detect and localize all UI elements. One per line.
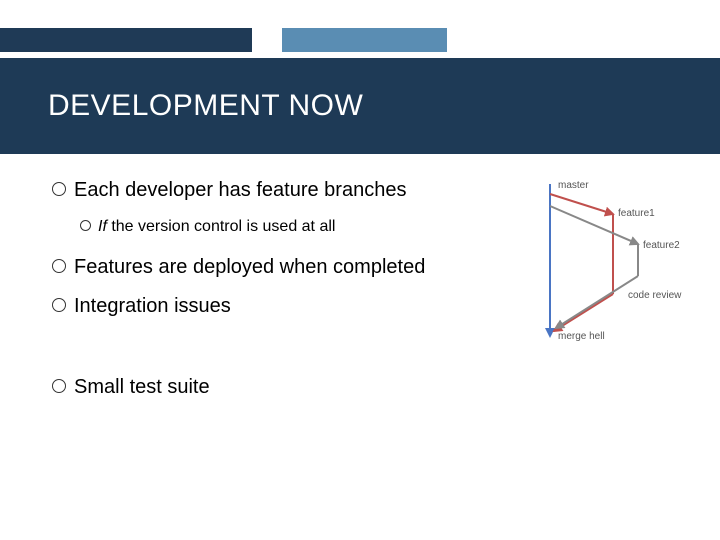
bullet-2-text: Features are deployed when completed xyxy=(74,255,425,280)
label-merge-hell: merge hell xyxy=(558,331,605,342)
bullet-3-text: Integration issues xyxy=(74,294,231,319)
bullet-4-text: Small test suite xyxy=(74,375,210,400)
slide-title: DEVELOPMENT NOW xyxy=(48,89,363,123)
feature2-merge xyxy=(556,276,638,328)
circle-bullet-icon xyxy=(52,259,66,273)
title-bar: DEVELOPMENT NOW xyxy=(0,58,720,154)
band-dark xyxy=(0,28,252,52)
bullet-1-text: Each developer has feature branches xyxy=(74,178,406,203)
label-code-review: code review xyxy=(628,290,682,301)
content-area: Each developer has feature branches If t… xyxy=(52,178,482,414)
bullet-4: Small test suite xyxy=(52,375,482,400)
bullet-1-sub-text: If the version control is used at all xyxy=(98,217,335,237)
sub-italic: If xyxy=(98,218,107,235)
circle-bullet-icon xyxy=(52,298,66,312)
branch-diagram: master feature1 feature2 code review mer… xyxy=(518,176,698,361)
top-color-band xyxy=(0,28,720,52)
circle-bullet-icon xyxy=(52,182,66,196)
label-master: master xyxy=(558,180,589,191)
band-rest xyxy=(447,28,720,52)
spacer xyxy=(52,333,482,375)
bullet-1: Each developer has feature branches xyxy=(52,178,482,203)
label-feature2: feature2 xyxy=(643,240,680,251)
bullet-3: Integration issues xyxy=(52,294,482,319)
circle-bullet-icon xyxy=(52,379,66,393)
band-blue xyxy=(282,28,447,52)
label-feature1: feature1 xyxy=(618,208,655,219)
band-gap xyxy=(252,28,282,52)
feature1-merge xyxy=(554,294,613,331)
sub-rest: the version control is used at all xyxy=(107,218,336,235)
bullet-1-sub: If the version control is used at all xyxy=(80,217,482,237)
circle-bullet-icon xyxy=(80,220,91,231)
bullet-2: Features are deployed when completed xyxy=(52,255,482,280)
